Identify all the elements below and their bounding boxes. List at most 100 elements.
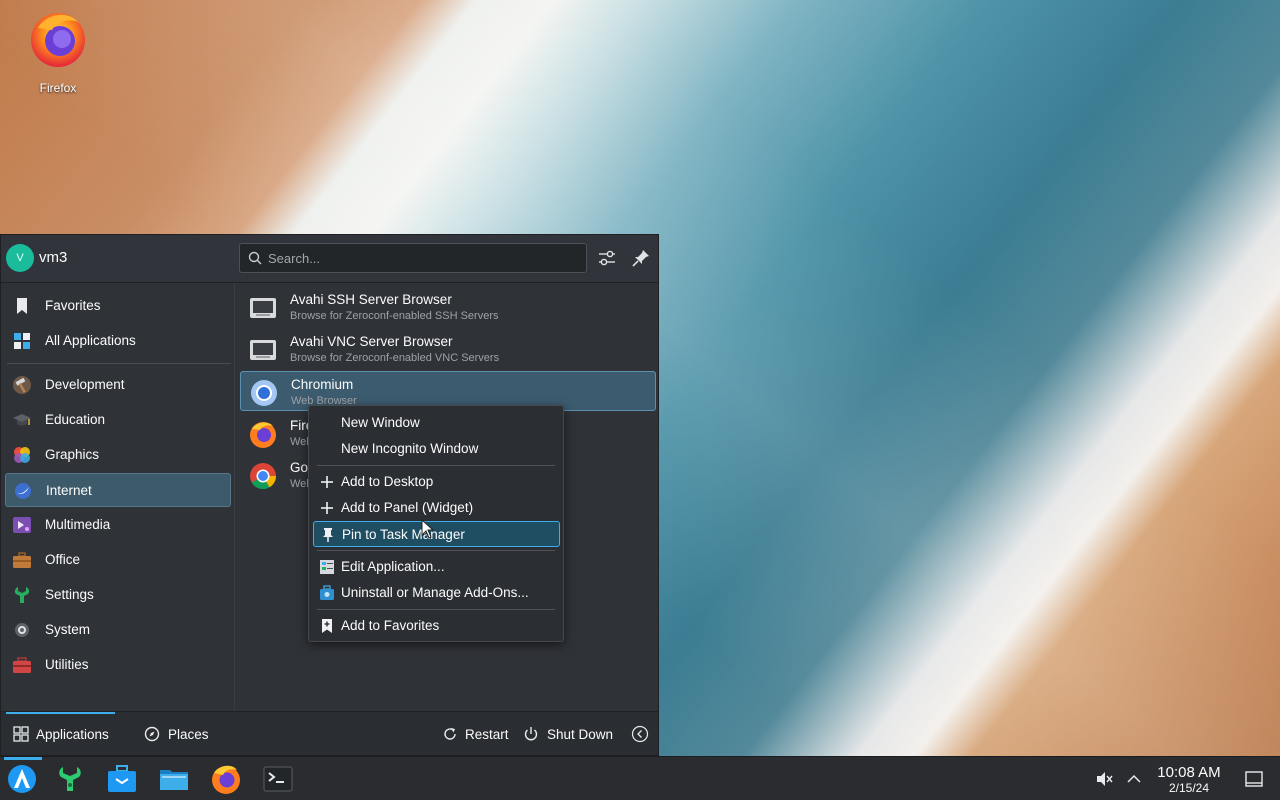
plus-icon — [321, 502, 333, 514]
menu-item-label: Add to Favorites — [341, 618, 440, 633]
search-icon — [248, 251, 262, 265]
desktop-icon-label: Firefox — [39, 81, 77, 95]
chevron-left-icon — [631, 725, 649, 743]
sidebar-item-utilities[interactable]: Utilities — [5, 648, 231, 682]
menu-divider — [317, 465, 555, 466]
taskbar-item-terminal[interactable] — [262, 763, 294, 795]
briefcase-icon — [13, 552, 31, 568]
plus-icon — [321, 476, 333, 488]
menu-item-label: Add to Desktop — [341, 474, 434, 489]
list-item[interactable]: Avahi VNC Server Browser Browse for Zero… — [240, 329, 656, 369]
chromium-icon — [251, 380, 277, 406]
discover-icon — [108, 765, 136, 792]
sidebar-item-settings[interactable]: Settings — [5, 578, 231, 612]
search-box[interactable] — [239, 243, 587, 273]
clock-date[interactable]: 2/15/24 — [1152, 781, 1226, 795]
chrome-icon — [250, 463, 277, 490]
firefox-icon — [212, 765, 240, 794]
menu-divider — [317, 609, 555, 610]
menu-item-uninstall-or-manage[interactable]: Uninstall or Manage Add-Ons... — [313, 580, 560, 606]
sidebar-item-development[interactable]: Development — [5, 368, 231, 402]
menu-item-add-to-desktop[interactable]: Add to Desktop — [313, 469, 560, 495]
sidebar-item-system[interactable]: System — [5, 613, 231, 647]
taskbar-item-discover[interactable] — [106, 763, 138, 795]
user-name: vm3 — [39, 249, 68, 266]
tab-label: Places — [168, 727, 209, 742]
multimedia-icon — [13, 517, 31, 533]
sidebar-item-label: Education — [45, 412, 106, 427]
app-description: Browse for Zeroconf-enabled VNC Servers — [290, 352, 500, 364]
sidebar-item-label: Office — [45, 552, 81, 567]
app-description: Browse for Zeroconf-enabled SSH Servers — [290, 310, 499, 322]
mouse-cursor-icon — [421, 519, 435, 539]
menu-item-label: New Incognito Window — [341, 441, 479, 456]
sidebar-item-label: System — [45, 622, 91, 637]
toolbox-icon — [13, 657, 31, 673]
sidebar-item-multimedia[interactable]: Multimedia — [5, 508, 231, 542]
menu-item-add-to-panel[interactable]: Add to Panel (Widget) — [313, 495, 560, 521]
restart-button[interactable]: Restart — [439, 712, 513, 756]
sidebar-item-office[interactable]: Office — [5, 543, 231, 577]
sidebar-item-internet[interactable]: Internet — [5, 473, 231, 507]
button-label: Shut Down — [547, 727, 614, 742]
sidebar-item-label: Favorites — [45, 298, 101, 313]
app-name: Avahi SSH Server Browser — [290, 292, 452, 307]
network-server-icon — [250, 340, 276, 360]
sidebar-item-label: Multimedia — [45, 517, 111, 532]
discover-icon — [320, 585, 334, 600]
menu-item-label: Edit Application... — [341, 559, 445, 574]
sidebar-item-graphics[interactable]: Graphics — [5, 438, 231, 472]
tab-places[interactable]: Places — [141, 712, 221, 756]
taskbar-item-system-settings[interactable] — [54, 763, 86, 795]
launcher-footer: Applications Places Restart Shut Down — [1, 711, 658, 755]
menu-item-pin-to-task-manager[interactable]: Pin to Task Manager — [313, 521, 560, 547]
application-launcher-button[interactable] — [4, 757, 42, 795]
bookmark-add-icon — [322, 619, 332, 633]
show-desktop-icon[interactable] — [1244, 769, 1264, 789]
tab-applications[interactable]: Applications — [6, 712, 115, 756]
shut-down-button[interactable]: Shut Down — [521, 712, 617, 756]
menu-item-add-to-favorites[interactable]: Add to Favorites — [313, 613, 560, 639]
clock-time[interactable]: 10:08 AM — [1152, 764, 1226, 781]
sidebar-item-education[interactable]: Education — [5, 403, 231, 437]
menu-item-label: New Window — [341, 415, 420, 430]
menu-item-edit-application[interactable]: Edit Application... — [313, 554, 560, 580]
taskbar-item-firefox[interactable] — [210, 763, 242, 795]
menu-item-label: Pin to Task Manager — [342, 527, 465, 542]
menu-item-new-window[interactable]: New Window — [313, 410, 560, 436]
sidebar-item-label: Settings — [45, 587, 94, 602]
palette-icon — [14, 447, 30, 463]
network-server-icon — [250, 298, 276, 318]
taskbar-item-file-manager[interactable] — [158, 763, 190, 795]
power-icon — [524, 727, 538, 741]
list-item[interactable]: Avahi SSH Server Browser Browse for Zero… — [240, 287, 656, 327]
firefox-icon — [250, 422, 276, 448]
menu-item-label: Uninstall or Manage Add-Ons... — [341, 585, 529, 600]
menu-item-label: Add to Panel (Widget) — [341, 500, 474, 515]
system-settings-icon — [59, 767, 81, 791]
edit-app-icon — [320, 560, 334, 574]
graduation-cap-icon — [13, 414, 31, 426]
avatar[interactable]: V — [6, 244, 34, 272]
configure-icon[interactable] — [596, 247, 618, 269]
context-menu: New Window New Incognito Window Add to D… — [308, 405, 564, 642]
desktop-icon-firefox[interactable]: Firefox — [20, 8, 96, 95]
pin-icon[interactable] — [630, 247, 652, 269]
bookmark-icon — [17, 298, 27, 314]
category-sidebar: Favorites All Applications Development E… — [1, 283, 235, 711]
more-options-button[interactable] — [631, 712, 651, 756]
menu-item-new-incognito-window[interactable]: New Incognito Window — [313, 436, 560, 462]
chevron-up-icon[interactable] — [1124, 769, 1144, 789]
search-input[interactable] — [268, 248, 578, 268]
app-name: Chromium — [291, 377, 354, 392]
restart-icon — [444, 728, 456, 740]
button-label: Restart — [465, 727, 509, 742]
volume-muted-icon[interactable] — [1094, 769, 1114, 789]
terminal-icon — [263, 766, 293, 792]
sidebar-item-favorites[interactable]: Favorites — [5, 289, 231, 323]
sidebar-item-label: All Applications — [45, 333, 136, 348]
globe-icon — [15, 483, 31, 499]
tab-label: Applications — [36, 727, 109, 742]
menu-divider — [317, 550, 555, 551]
sidebar-item-all-applications[interactable]: All Applications — [5, 324, 231, 358]
